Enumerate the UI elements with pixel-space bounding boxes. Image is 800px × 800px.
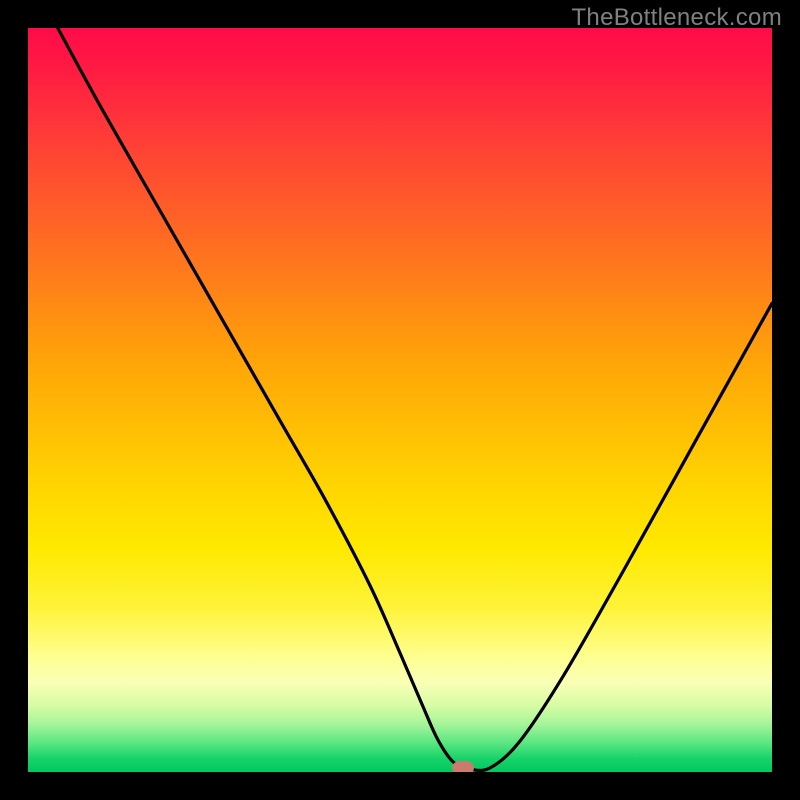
plot-area [28,28,772,772]
watermark-text: TheBottleneck.com [571,4,782,32]
chart-frame: TheBottleneck.com [0,0,800,800]
optimum-marker-icon [452,761,474,772]
bottleneck-curve [28,28,772,772]
